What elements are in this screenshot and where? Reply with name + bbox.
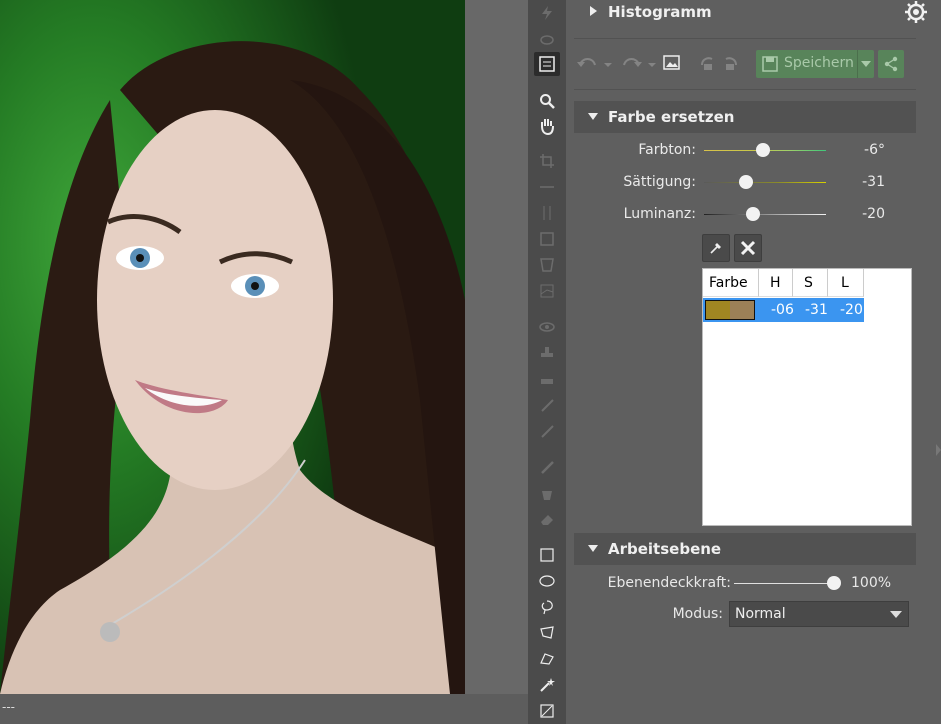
chevron-down-icon: [890, 611, 902, 618]
opacity-value: 100%: [851, 575, 892, 591]
mode-select-value: Normal: [735, 606, 786, 622]
magnetic-lasso-icon[interactable]: [535, 648, 559, 670]
column-header-l[interactable]: L: [828, 269, 864, 297]
saettigung-value: -31: [862, 174, 885, 190]
mode-select[interactable]: Normal: [729, 601, 909, 627]
histogram-title: Histogramm: [608, 3, 712, 21]
eraser-icon[interactable]: [535, 508, 559, 530]
share-button[interactable]: [878, 50, 904, 78]
arbeitsebene-header[interactable]: Arbeitsebene: [574, 533, 916, 565]
transform-icon[interactable]: [535, 228, 559, 250]
redo-icon[interactable]: [620, 53, 658, 75]
eye-icon[interactable]: [535, 316, 559, 338]
rect-select-icon[interactable]: [535, 544, 559, 566]
zoom-icon[interactable]: [535, 90, 559, 112]
status-bar: ---: [0, 694, 528, 724]
column-header-farbe[interactable]: Farbe: [703, 269, 759, 297]
column-header-s[interactable]: S: [793, 269, 828, 297]
luminanz-knob[interactable]: [745, 207, 760, 221]
magic-wand-icon[interactable]: [535, 674, 559, 696]
lasso-icon[interactable]: [535, 596, 559, 618]
arbeitsebene-title: Arbeitsebene: [608, 540, 722, 558]
column-header-h[interactable]: H: [759, 269, 793, 297]
opacity-track[interactable]: [734, 583, 834, 584]
hand-icon[interactable]: [535, 115, 559, 137]
eyedropper-icon: [710, 243, 721, 254]
status-text: ---: [2, 700, 15, 714]
paint-brush-icon[interactable]: [535, 456, 559, 478]
undo-icon[interactable]: [576, 53, 614, 75]
color-swatch: [705, 300, 755, 320]
luminanz-slider-row: Luminanz: -20: [566, 204, 941, 226]
floppy-disk-icon: [762, 56, 778, 72]
luminanz-label: Luminanz:: [623, 206, 696, 222]
expanded-arrow-icon: [588, 113, 598, 120]
opacity-knob[interactable]: [827, 576, 841, 590]
close-icon: [740, 240, 756, 256]
opacity-row: Ebenendeckkraft: 100%: [566, 573, 941, 595]
row-s-value: -31: [805, 302, 828, 318]
farbton-label: Farbton:: [638, 142, 696, 158]
rotate-left-icon[interactable]: [698, 53, 718, 73]
luminanz-value: -20: [862, 206, 885, 222]
opacity-label: Ebenendeckkraft:: [607, 575, 731, 591]
adjustments-icon[interactable]: [534, 52, 560, 76]
tool-strip: [528, 0, 566, 724]
horizontal-line-icon[interactable]: [535, 176, 559, 198]
farbe-ersetzen-header[interactable]: Farbe ersetzen: [574, 101, 916, 133]
rotate-right-icon[interactable]: [720, 53, 740, 73]
saettigung-label: Sättigung:: [623, 174, 696, 190]
saettigung-track[interactable]: [704, 182, 826, 183]
lightning-icon[interactable]: [535, 2, 559, 24]
farbton-knob[interactable]: [755, 143, 770, 157]
color-replace-table[interactable]: Farbe H S L -06 -31 -20: [702, 268, 912, 526]
save-label: Speichern: [784, 55, 854, 71]
image-icon[interactable]: [662, 53, 682, 73]
mode-label: Modus:: [672, 606, 723, 622]
share-icon: [884, 56, 898, 72]
portrait-photo[interactable]: [0, 0, 465, 694]
row-l-value: -20: [840, 302, 863, 318]
bucket-icon[interactable]: [535, 482, 559, 504]
brush-alt-icon[interactable]: [535, 420, 559, 442]
levels-icon[interactable]: [535, 280, 559, 302]
ellipse-select-icon[interactable]: [535, 570, 559, 592]
gradient-select-icon[interactable]: [535, 700, 559, 722]
histogram-header[interactable]: Histogramm: [574, 0, 927, 26]
eyedropper-button[interactable]: [702, 234, 730, 262]
collapsed-arrow-icon: [590, 6, 597, 16]
farbton-slider-row: Farbton: -6°: [566, 140, 941, 162]
save-button[interactable]: Speichern: [756, 50, 874, 78]
polygon-lasso-icon[interactable]: [535, 622, 559, 644]
image-canvas[interactable]: [0, 0, 528, 694]
brush-icon[interactable]: [535, 394, 559, 416]
luminanz-track[interactable]: [704, 214, 826, 215]
right-panel: Histogramm Speichern Farbe ersetzen Farb…: [566, 0, 941, 724]
stamp-icon[interactable]: [535, 342, 559, 364]
table-row[interactable]: -06 -31 -20: [703, 298, 864, 322]
farbe-ersetzen-title: Farbe ersetzen: [608, 108, 735, 126]
layers-icon[interactable]: [535, 28, 559, 50]
saettigung-slider-row: Sättigung: -31: [566, 172, 941, 194]
chevron-down-icon: [861, 61, 871, 67]
eraser-band-icon[interactable]: [535, 368, 559, 390]
row-h-value: -06: [771, 302, 794, 318]
vertical-line-icon[interactable]: [535, 202, 559, 224]
perspective-icon[interactable]: [535, 254, 559, 276]
farbton-value: -6°: [864, 142, 885, 158]
save-dropdown[interactable]: [857, 50, 874, 78]
crop-icon[interactable]: [535, 150, 559, 172]
expanded-arrow-icon: [588, 545, 598, 552]
panel-expand-arrow-icon[interactable]: [936, 444, 941, 456]
action-bar: Speichern: [574, 44, 916, 84]
delete-button[interactable]: [734, 234, 762, 262]
saettigung-knob[interactable]: [739, 175, 754, 189]
settings-gear-icon[interactable]: [904, 0, 928, 24]
